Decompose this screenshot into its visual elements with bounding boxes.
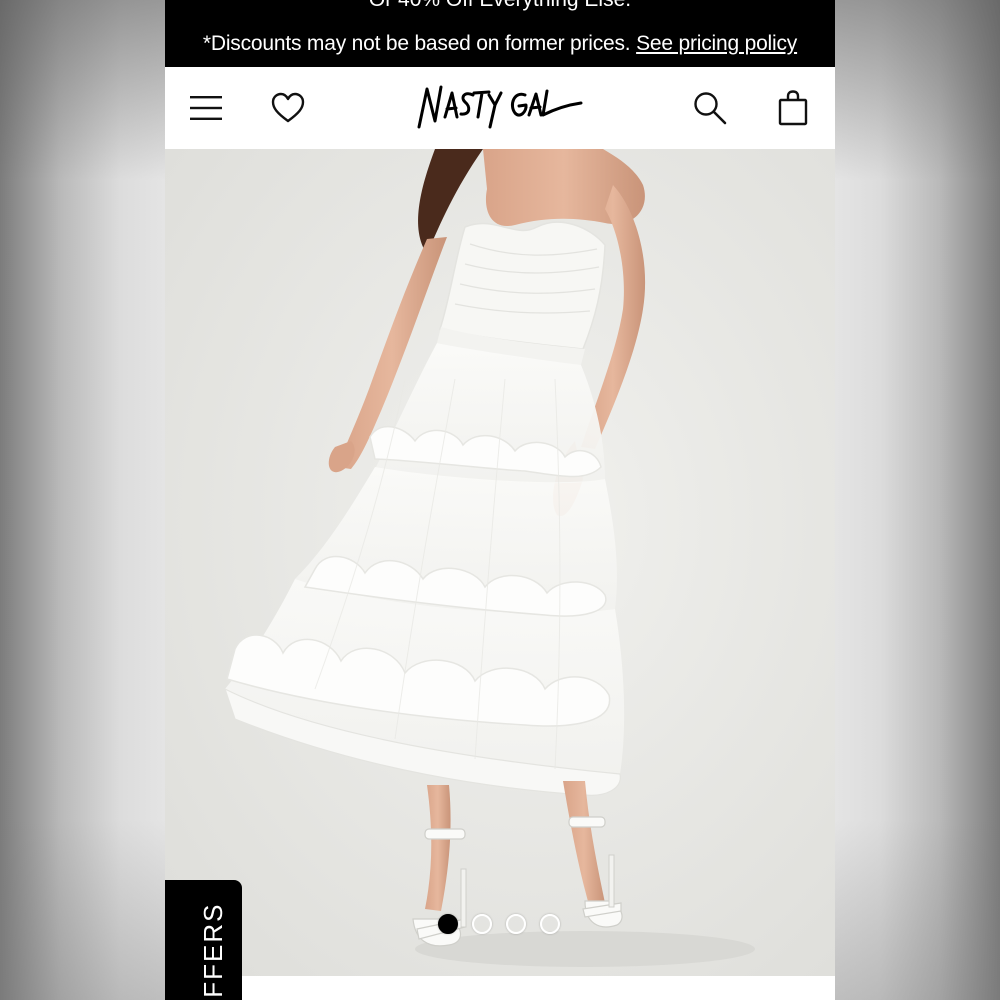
brand-logo[interactable]: [415, 81, 585, 137]
search-icon: [694, 92, 727, 125]
carousel-dot-2[interactable]: [472, 914, 492, 934]
promo-banner: Or 40% Off Everything Else. *Discounts m…: [165, 0, 835, 67]
carousel-pagination: [165, 914, 835, 936]
menu-button[interactable]: [182, 84, 230, 132]
nasty-gal-logo: [417, 85, 583, 129]
menu-icon: [190, 96, 222, 120]
phone-screen: Or 40% Off Everything Else. *Discounts m…: [165, 0, 835, 1000]
cart-button[interactable]: [769, 84, 817, 132]
product-photo: [165, 149, 835, 976]
offers-tab-label: OFFERS: [198, 902, 228, 1000]
product-image-carousel[interactable]: [165, 149, 835, 976]
offers-tab[interactable]: OFFERS: [165, 880, 242, 1000]
shopping-bag-icon: [778, 90, 808, 126]
carousel-dot-4[interactable]: [540, 914, 560, 934]
promo-headline: Or 40% Off Everything Else.: [165, 0, 835, 12]
wishlist-button[interactable]: [264, 84, 312, 132]
heart-icon: [271, 92, 305, 123]
carousel-dot-1[interactable]: [438, 914, 458, 934]
carousel-dot-3[interactable]: [506, 914, 526, 934]
search-button[interactable]: [686, 84, 734, 132]
promo-disclaimer: *Discounts may not be based on former pr…: [165, 31, 835, 57]
discount-disclaimer-text: *Discounts may not be based on former pr…: [202, 32, 631, 55]
site-header: [165, 67, 835, 149]
content-below-image: [165, 976, 835, 1000]
pricing-policy-link[interactable]: See pricing policy: [636, 32, 797, 55]
